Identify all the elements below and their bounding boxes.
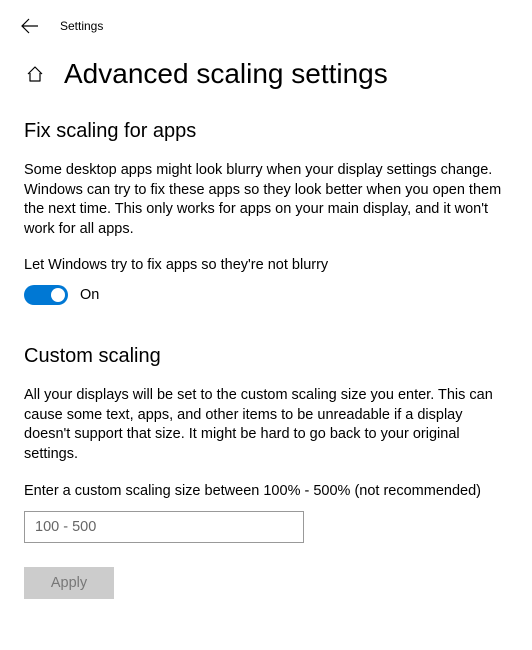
fix-scaling-heading: Fix scaling for apps: [24, 120, 508, 143]
apply-button[interactable]: Apply: [24, 567, 114, 599]
back-arrow-icon: [21, 17, 39, 35]
toggle-row: On: [24, 285, 508, 305]
fix-scaling-toggle-label: Let Windows try to fix apps so they're n…: [24, 257, 508, 273]
toggle-knob: [51, 288, 65, 302]
custom-scaling-field-label: Enter a custom scaling size between 100%…: [24, 483, 508, 499]
window-header: Settings: [0, 0, 532, 40]
toggle-state-label: On: [80, 287, 99, 303]
back-button[interactable]: [18, 14, 42, 38]
home-icon[interactable]: [24, 63, 46, 85]
title-row: Advanced scaling settings: [24, 58, 508, 90]
content-area: Advanced scaling settings Fix scaling fo…: [0, 40, 532, 623]
fix-scaling-toggle[interactable]: [24, 285, 68, 305]
custom-scaling-heading: Custom scaling: [24, 345, 508, 368]
page-title: Advanced scaling settings: [64, 58, 388, 90]
fix-scaling-description: Some desktop apps might look blurry when…: [24, 161, 504, 239]
app-name: Settings: [60, 19, 103, 33]
custom-scaling-description: All your displays will be set to the cus…: [24, 386, 504, 464]
custom-scaling-input[interactable]: [24, 511, 304, 543]
